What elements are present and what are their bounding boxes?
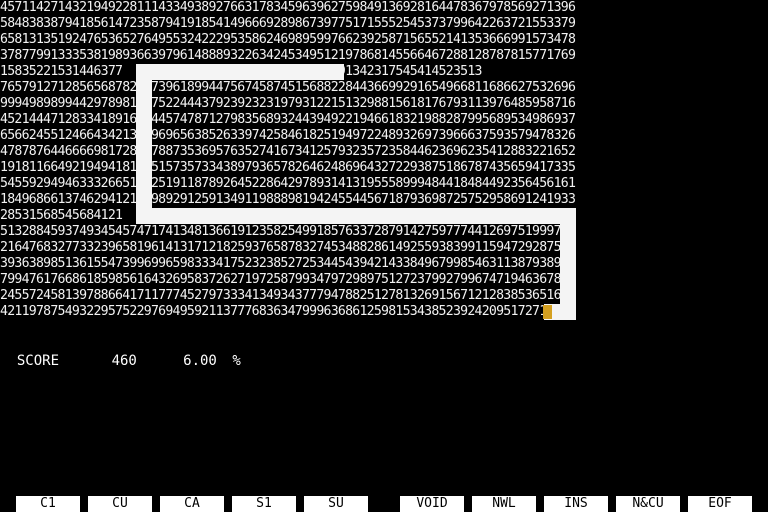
score-status: SCORE 460 6.00% — [0, 334, 241, 369]
grid-row-12: 5455929494633326651542519118789264522864… — [0, 176, 576, 191]
score-value: 460 — [111, 353, 137, 369]
grid-row-4: 3787799133353819893663979614888932263424… — [0, 48, 576, 63]
grid-row-13: 1849686613746294121469892912591349119888… — [0, 192, 576, 207]
fkey-cu[interactable]: CU — [88, 496, 152, 512]
percent-unit: % — [232, 353, 241, 369]
grid-row-18: 7994761766861859856164326958372627197258… — [0, 272, 576, 287]
fkey-ca[interactable]: CA — [160, 496, 224, 512]
digit-grid: 4571142714321949228111433493892766317834… — [0, 0, 640, 320]
grid-row-6: 7657912712856568782967396189944756745874… — [0, 80, 576, 95]
grid-row-14: 28531568545684121 27576313 — [0, 208, 389, 223]
grid-row-9: 6566245512466434213189696563852633974258… — [0, 128, 576, 143]
function-key-bar: C1 CU CA S1 SU VOID NWL INS N&CU EOF — [0, 496, 768, 512]
grid-row-16: 2164768327733239658196141317121825937658… — [0, 240, 576, 255]
fkey-ins[interactable]: INS — [544, 496, 608, 512]
fkey-eof[interactable]: EOF — [688, 496, 752, 512]
fkey-s1[interactable]: S1 — [232, 496, 296, 512]
grid-row-1: 4571142714321949228111433493892766317834… — [0, 0, 576, 15]
fkey-nwl[interactable]: NWL — [472, 496, 536, 512]
grid-row-10: 4787876446666981728477887353695763527416… — [0, 144, 576, 159]
grid-row-3: 6581313519247653652764955324222953586246… — [0, 32, 576, 47]
grid-row-2: 5848383879418561472358794191854149666928… — [0, 16, 576, 31]
fkey-ncu[interactable]: N&CU — [616, 496, 680, 512]
grid-row-20: 4211978754932295752297694959211377768363… — [0, 304, 554, 319]
grid-row-19: 2455724581397886641711777452797333413493… — [0, 288, 576, 303]
grid-row-11: 1918116649219494181515157357334389793657… — [0, 160, 576, 175]
grid-row-8: 4521444712833418916444457478712798356893… — [0, 112, 576, 127]
score-label: SCORE — [16, 353, 60, 369]
grid-row-17: 3936389851361554739969965983334175232385… — [0, 256, 576, 271]
fkey-void[interactable]: VOID — [400, 496, 464, 512]
grid-row-5: 15835221531446377 1728332474795655869134… — [0, 64, 482, 79]
percent-value: 6.00 — [183, 353, 217, 369]
fkey-su[interactable]: SU — [304, 496, 368, 512]
grid-row-15: 5132884593749345457471741348136619123582… — [0, 224, 576, 239]
fkey-c1[interactable]: C1 — [16, 496, 80, 512]
grid-row-7: 9994989899442978981157522444379239232319… — [0, 96, 576, 111]
